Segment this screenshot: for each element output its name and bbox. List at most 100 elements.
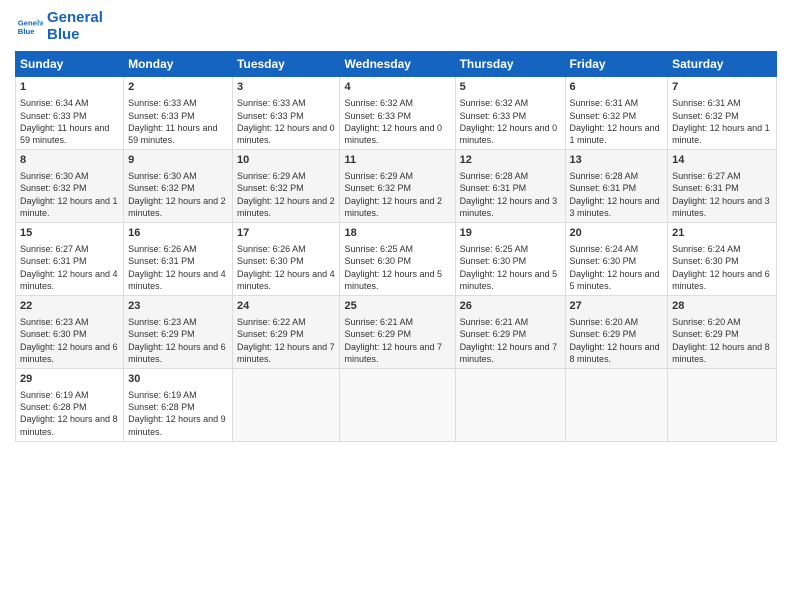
cell-3-2: 16 Sunrise: 6:26 AM Sunset: 6:31 PM Dayli… <box>124 222 233 295</box>
cell-info: Sunrise: 6:30 AM Sunset: 6:32 PM Dayligh… <box>128 170 228 219</box>
svg-text:General: General <box>18 18 43 27</box>
day-number: 16 <box>128 226 228 241</box>
cell-info: Sunrise: 6:21 AM Sunset: 6:29 PM Dayligh… <box>344 316 450 365</box>
day-number: 10 <box>237 153 335 168</box>
cell-info: Sunrise: 6:25 AM Sunset: 6:30 PM Dayligh… <box>460 243 561 292</box>
cell-info: Sunrise: 6:30 AM Sunset: 6:32 PM Dayligh… <box>20 170 119 219</box>
week-row-4: 22 Sunrise: 6:23 AM Sunset: 6:30 PM Dayli… <box>16 295 777 368</box>
day-number: 29 <box>20 372 119 387</box>
day-number: 7 <box>672 80 772 95</box>
cell-5-3 <box>233 368 340 441</box>
cell-4-6: 27Sunrise: 6:20 AM Sunset: 6:29 PM Dayli… <box>565 295 668 368</box>
svg-text:Blue: Blue <box>18 27 35 36</box>
day-number: 12 <box>460 153 561 168</box>
cell-info: Sunrise: 6:31 AM Sunset: 6:32 PM Dayligh… <box>570 97 664 146</box>
cell-1-1: 1 Sunrise: 6:34 AM Sunset: 6:33 PM Daylig… <box>16 77 124 150</box>
col-header-wednesday: Wednesday <box>340 52 455 77</box>
cell-info: Sunrise: 6:25 AM Sunset: 6:30 PM Dayligh… <box>344 243 450 292</box>
cell-5-2: 30Sunrise: 6:19 AM Sunset: 6:28 PM Dayli… <box>124 368 233 441</box>
cell-info: Sunrise: 6:33 AM Sunset: 6:33 PM Dayligh… <box>237 97 335 146</box>
cell-3-3: 17 Sunrise: 6:26 AM Sunset: 6:30 PM Dayli… <box>233 222 340 295</box>
cell-info: Sunrise: 6:27 AM Sunset: 6:31 PM Dayligh… <box>20 243 119 292</box>
cell-4-2: 23 Sunrise: 6:23 AM Sunset: 6:29 PM Dayli… <box>124 295 233 368</box>
cell-info: Sunrise: 6:20 AM Sunset: 6:29 PM Dayligh… <box>672 316 772 365</box>
day-number: 22 <box>20 299 119 314</box>
calendar-table: SundayMondayTuesdayWednesdayThursdayFrid… <box>15 51 777 442</box>
cell-info: Sunrise: 6:23 AM Sunset: 6:29 PM Dayligh… <box>128 316 228 365</box>
day-number: 11 <box>344 153 450 168</box>
cell-1-6: 6 Sunrise: 6:31 AM Sunset: 6:32 PM Daylig… <box>565 77 668 150</box>
page-container: General Blue General Blue SundayMondayTu… <box>0 0 792 452</box>
day-number: 20 <box>570 226 664 241</box>
logo-text: General <box>47 10 103 27</box>
day-number: 15 <box>20 226 119 241</box>
cell-1-5: 5Sunrise: 6:32 AM Sunset: 6:33 PM Daylig… <box>455 77 565 150</box>
cell-2-1: 8 Sunrise: 6:30 AM Sunset: 6:32 PM Daylig… <box>16 149 124 222</box>
week-row-1: 1 Sunrise: 6:34 AM Sunset: 6:33 PM Daylig… <box>16 77 777 150</box>
header: General Blue General Blue <box>15 10 777 43</box>
cell-4-5: 26 Sunrise: 6:21 AM Sunset: 6:29 PM Dayli… <box>455 295 565 368</box>
day-number: 6 <box>570 80 664 95</box>
logo-icon: General Blue <box>15 13 43 41</box>
cell-info: Sunrise: 6:28 AM Sunset: 6:31 PM Dayligh… <box>570 170 664 219</box>
cell-info: Sunrise: 6:26 AM Sunset: 6:31 PM Dayligh… <box>128 243 228 292</box>
cell-4-1: 22 Sunrise: 6:23 AM Sunset: 6:30 PM Dayli… <box>16 295 124 368</box>
cell-3-6: 20 Sunrise: 6:24 AM Sunset: 6:30 PM Dayli… <box>565 222 668 295</box>
cell-2-4: 11 Sunrise: 6:29 AM Sunset: 6:32 PM Dayli… <box>340 149 455 222</box>
day-number: 25 <box>344 299 450 314</box>
cell-5-7 <box>668 368 777 441</box>
cell-info: Sunrise: 6:24 AM Sunset: 6:30 PM Dayligh… <box>570 243 664 292</box>
day-number: 17 <box>237 226 335 241</box>
day-number: 23 <box>128 299 228 314</box>
cell-info: Sunrise: 6:26 AM Sunset: 6:30 PM Dayligh… <box>237 243 335 292</box>
cell-info: Sunrise: 6:28 AM Sunset: 6:31 PM Dayligh… <box>460 170 561 219</box>
day-number: 28 <box>672 299 772 314</box>
day-number: 19 <box>460 226 561 241</box>
cell-info: Sunrise: 6:32 AM Sunset: 6:33 PM Dayligh… <box>344 97 450 146</box>
col-header-thursday: Thursday <box>455 52 565 77</box>
cell-2-2: 9Sunrise: 6:30 AM Sunset: 6:32 PM Daylig… <box>124 149 233 222</box>
cell-info: Sunrise: 6:34 AM Sunset: 6:33 PM Dayligh… <box>20 97 119 146</box>
day-number: 8 <box>20 153 119 168</box>
day-number: 24 <box>237 299 335 314</box>
col-header-tuesday: Tuesday <box>233 52 340 77</box>
cell-4-3: 24 Sunrise: 6:22 AM Sunset: 6:29 PM Dayli… <box>233 295 340 368</box>
cell-4-7: 28 Sunrise: 6:20 AM Sunset: 6:29 PM Dayli… <box>668 295 777 368</box>
cell-info: Sunrise: 6:31 AM Sunset: 6:32 PM Dayligh… <box>672 97 772 146</box>
header-row: SundayMondayTuesdayWednesdayThursdayFrid… <box>16 52 777 77</box>
cell-1-4: 4 Sunrise: 6:32 AM Sunset: 6:33 PM Daylig… <box>340 77 455 150</box>
day-number: 26 <box>460 299 561 314</box>
col-header-monday: Monday <box>124 52 233 77</box>
cell-info: Sunrise: 6:29 AM Sunset: 6:32 PM Dayligh… <box>344 170 450 219</box>
cell-info: Sunrise: 6:20 AM Sunset: 6:29 PM Dayligh… <box>570 316 664 365</box>
day-number: 5 <box>460 80 561 95</box>
day-number: 3 <box>237 80 335 95</box>
cell-5-1: 29 Sunrise: 6:19 AM Sunset: 6:28 PM Dayli… <box>16 368 124 441</box>
week-row-2: 8 Sunrise: 6:30 AM Sunset: 6:32 PM Daylig… <box>16 149 777 222</box>
cell-2-5: 12 Sunrise: 6:28 AM Sunset: 6:31 PM Dayli… <box>455 149 565 222</box>
cell-5-5 <box>455 368 565 441</box>
cell-2-7: 14Sunrise: 6:27 AM Sunset: 6:31 PM Dayli… <box>668 149 777 222</box>
cell-info: Sunrise: 6:19 AM Sunset: 6:28 PM Dayligh… <box>20 389 119 438</box>
day-number: 1 <box>20 80 119 95</box>
day-number: 30 <box>128 372 228 387</box>
day-number: 2 <box>128 80 228 95</box>
cell-2-6: 13Sunrise: 6:28 AM Sunset: 6:31 PM Dayli… <box>565 149 668 222</box>
day-number: 4 <box>344 80 450 95</box>
cell-info: Sunrise: 6:23 AM Sunset: 6:30 PM Dayligh… <box>20 316 119 365</box>
week-row-5: 29 Sunrise: 6:19 AM Sunset: 6:28 PM Dayli… <box>16 368 777 441</box>
cell-info: Sunrise: 6:29 AM Sunset: 6:32 PM Dayligh… <box>237 170 335 219</box>
cell-4-4: 25 Sunrise: 6:21 AM Sunset: 6:29 PM Dayli… <box>340 295 455 368</box>
week-row-3: 15 Sunrise: 6:27 AM Sunset: 6:31 PM Dayli… <box>16 222 777 295</box>
col-header-friday: Friday <box>565 52 668 77</box>
cell-1-3: 3 Sunrise: 6:33 AM Sunset: 6:33 PM Daylig… <box>233 77 340 150</box>
logo-blue: Blue <box>47 27 103 44</box>
cell-info: Sunrise: 6:22 AM Sunset: 6:29 PM Dayligh… <box>237 316 335 365</box>
cell-5-6 <box>565 368 668 441</box>
cell-3-4: 18 Sunrise: 6:25 AM Sunset: 6:30 PM Dayli… <box>340 222 455 295</box>
cell-1-7: 7 Sunrise: 6:31 AM Sunset: 6:32 PM Daylig… <box>668 77 777 150</box>
cell-info: Sunrise: 6:21 AM Sunset: 6:29 PM Dayligh… <box>460 316 561 365</box>
cell-info: Sunrise: 6:33 AM Sunset: 6:33 PM Dayligh… <box>128 97 228 146</box>
day-number: 18 <box>344 226 450 241</box>
col-header-sunday: Sunday <box>16 52 124 77</box>
